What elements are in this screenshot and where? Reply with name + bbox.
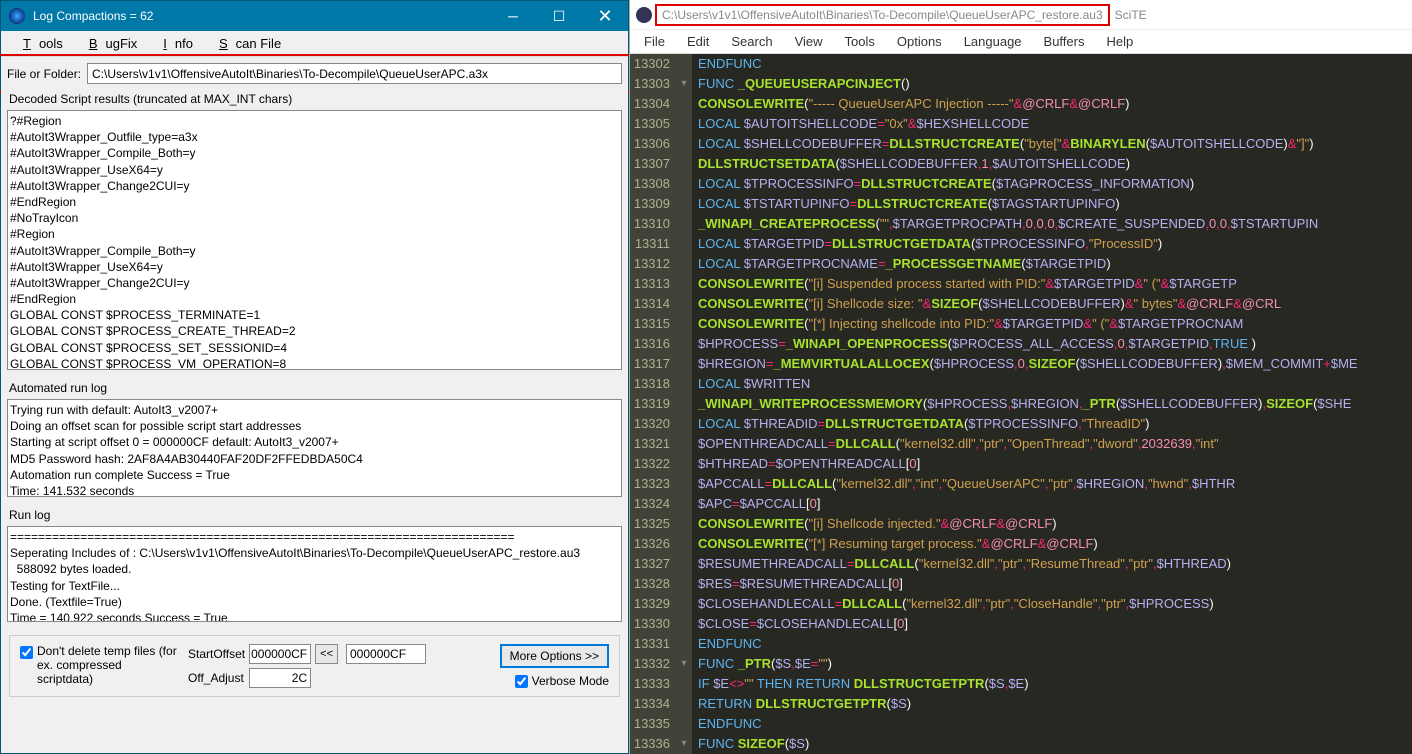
verbose-mode-input[interactable] xyxy=(515,675,528,688)
window-title: Log Compactions = 62 xyxy=(33,9,490,23)
decompiler-window: Log Compactions = 62 ─ ☐ ✕ Tools BugFix … xyxy=(0,0,629,754)
editor[interactable]: 1330213303133041330513306133071330813309… xyxy=(630,54,1412,754)
scite-app-icon xyxy=(636,7,652,23)
minimize-button[interactable]: ─ xyxy=(490,1,536,31)
verbose-mode-label: Verbose Mode xyxy=(532,674,609,688)
scite-app-name: SciTE xyxy=(1115,8,1147,22)
scite-menu-search[interactable]: Search xyxy=(721,32,782,51)
autolog-label: Automated run log xyxy=(1,379,628,397)
scite-menu-tools[interactable]: Tools xyxy=(835,32,885,51)
copied-offset-input[interactable] xyxy=(346,644,426,664)
menu-tools[interactable]: Tools xyxy=(7,33,71,54)
app-icon xyxy=(9,8,25,24)
dont-delete-temp-input[interactable] xyxy=(20,646,33,659)
offset-grid: StartOffset << Off_Adjust xyxy=(188,644,338,688)
file-path-input[interactable] xyxy=(87,63,622,84)
scite-filepath: C:\Users\v1v1\OffensiveAutoIt\Binaries\T… xyxy=(658,7,1107,23)
close-button[interactable]: ✕ xyxy=(582,1,628,31)
maximize-button[interactable]: ☐ xyxy=(536,1,582,31)
file-folder-row: File or Folder: xyxy=(1,57,628,90)
more-options-button[interactable]: More Options >> xyxy=(500,644,609,668)
scite-titlebar[interactable]: C:\Users\v1v1\OffensiveAutoIt\Binaries\T… xyxy=(630,0,1412,30)
scite-menu-buffers[interactable]: Buffers xyxy=(1034,32,1095,51)
scite-menu-options[interactable]: Options xyxy=(887,32,952,51)
menubar: Tools BugFix Info Scan File xyxy=(1,31,628,57)
off-adjust-input[interactable] xyxy=(249,668,311,688)
off-adjust-label: Off_Adjust xyxy=(188,671,245,685)
decoded-script-textarea[interactable]: ?#Region #AutoIt3Wrapper_Outfile_type=a3… xyxy=(7,110,622,370)
rewind-button[interactable]: << xyxy=(315,644,338,664)
scite-menu-file[interactable]: File xyxy=(634,32,675,51)
runlog-label: Run log xyxy=(1,506,628,524)
scite-window: C:\Users\v1v1\OffensiveAutoIt\Binaries\T… xyxy=(629,0,1412,754)
scite-menu-language[interactable]: Language xyxy=(954,32,1032,51)
run-log-textarea[interactable]: ========================================… xyxy=(7,526,622,622)
line-number-gutter: 1330213303133041330513306133071330813309… xyxy=(630,54,676,754)
scite-menu-help[interactable]: Help xyxy=(1096,32,1143,51)
titlebar[interactable]: Log Compactions = 62 ─ ☐ ✕ xyxy=(1,1,628,31)
dont-delete-temp-checkbox[interactable]: Don't delete temp files (for ex. compres… xyxy=(20,644,180,686)
start-offset-label: StartOffset xyxy=(188,647,245,661)
code-area[interactable]: ENDFUNCFUNC _QUEUEUSERAPCINJECT()CONSOLE… xyxy=(692,54,1412,754)
scite-menu-view[interactable]: View xyxy=(785,32,833,51)
menu-scanfile[interactable]: Scan File xyxy=(203,33,289,54)
menu-bugfix[interactable]: BugFix xyxy=(73,33,145,54)
dont-delete-temp-label: Don't delete temp files (for ex. compres… xyxy=(37,644,180,686)
file-folder-label: File or Folder: xyxy=(7,67,81,81)
bottom-options-panel: Don't delete temp files (for ex. compres… xyxy=(9,635,620,697)
menu-info[interactable]: Info xyxy=(147,33,201,54)
scite-menubar: File Edit Search View Tools Options Lang… xyxy=(630,30,1412,54)
automated-run-log-textarea[interactable]: Trying run with default: AutoIt3_v2007+ … xyxy=(7,399,622,497)
decoded-label: Decoded Script results (truncated at MAX… xyxy=(1,90,628,108)
scite-menu-edit[interactable]: Edit xyxy=(677,32,719,51)
fold-gutter[interactable]: ▾▾▾ xyxy=(676,54,692,754)
verbose-mode-checkbox[interactable]: Verbose Mode xyxy=(515,674,609,688)
start-offset-input[interactable] xyxy=(249,644,311,664)
